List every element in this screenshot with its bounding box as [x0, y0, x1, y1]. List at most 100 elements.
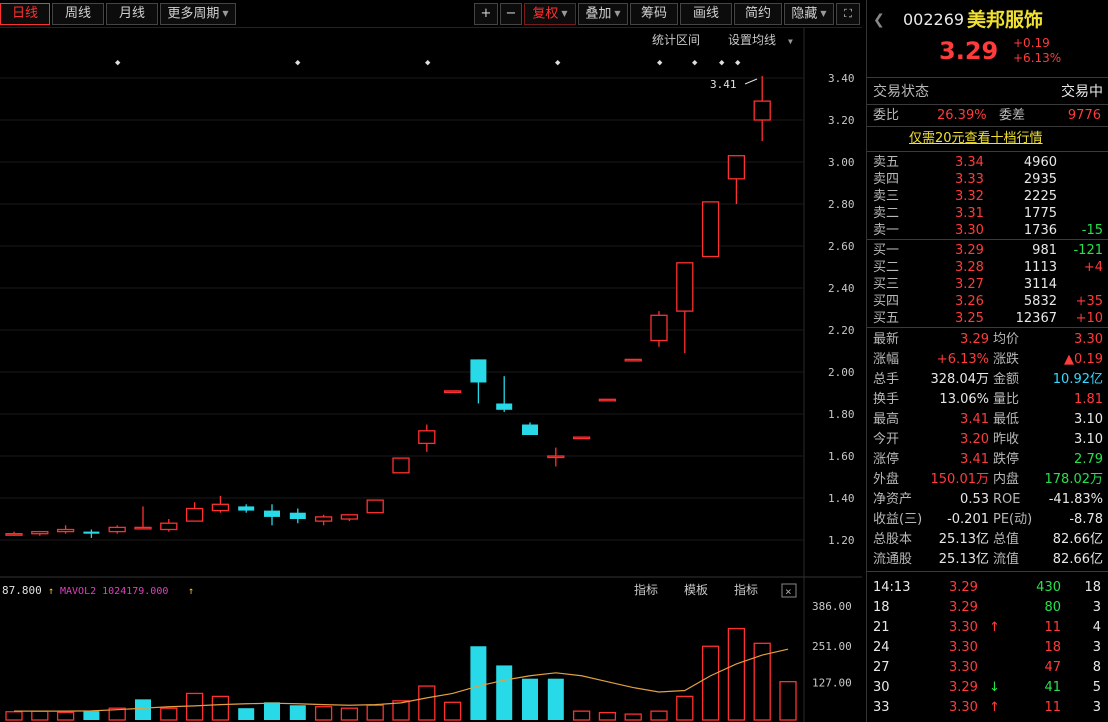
volume-bar: [547, 678, 564, 720]
draw-line-button[interactable]: 画线: [680, 3, 732, 25]
simple-button[interactable]: 简约: [734, 3, 782, 25]
more-periods-dropdown[interactable]: 更多周期 ▼: [160, 3, 236, 25]
stat-value: -8.78: [1069, 512, 1103, 527]
stat-value: 3.41: [960, 412, 989, 427]
stat-label: 昨收: [993, 432, 1020, 447]
candle-body: [676, 262, 694, 312]
stat-value: 328.04万: [930, 372, 990, 387]
ask-label: 卖三: [873, 189, 900, 204]
stat-label: 量比: [993, 392, 1020, 407]
prev-stock-icon[interactable]: ❮: [873, 8, 885, 32]
candle-body: [160, 522, 178, 531]
bid-row: 买四 3.26 5832 +35: [867, 293, 1108, 310]
stat-label: 换手: [873, 392, 900, 407]
y-axis-label: 3.00: [828, 156, 855, 169]
bid-price: 3.26: [955, 294, 984, 309]
stat-label: 流值: [993, 552, 1020, 567]
zoom-in-button[interactable]: +: [474, 3, 498, 25]
price-change-pct: +6.13%: [1013, 51, 1062, 65]
adjust-dropdown[interactable]: 复权 ▼: [524, 3, 576, 25]
tick-row: 24 3.30 18 3: [867, 639, 1108, 656]
candle-body: [650, 314, 668, 342]
stock-name: 美邦服饰: [967, 9, 1044, 31]
event-dot-icon[interactable]: ◆: [115, 58, 121, 68]
vol-tab-2[interactable]: 模板: [684, 583, 708, 597]
vol-header-ma: MAVOL2 1024179.000: [60, 586, 168, 597]
set-ma-link[interactable]: 设置均线: [728, 33, 776, 47]
chip-button[interactable]: 筹码: [630, 3, 678, 25]
tick-row: 30 3.29 ↓ 41 5: [867, 679, 1108, 696]
event-dot-icon[interactable]: ◆: [425, 58, 431, 68]
tick-time: 30: [873, 680, 890, 695]
tick-price: 3.29: [949, 680, 978, 695]
tick-time: 21: [873, 620, 890, 635]
volume-chart[interactable]: 87.800 ↑ MAVOL2 1024179.000 ↑ 指标 模板 指标 ×…: [0, 578, 862, 722]
event-dot-icon[interactable]: ◆: [735, 58, 741, 68]
volume-bar: [522, 678, 538, 720]
bid-label: 买二: [873, 260, 900, 275]
candle-body: [443, 390, 462, 394]
event-dot-icon[interactable]: ◆: [295, 58, 301, 68]
wc-label: 委差: [999, 108, 1026, 123]
tick-price: 3.29: [949, 580, 978, 595]
stat-value: 2.79: [1074, 452, 1103, 467]
stat-label: ROE: [993, 492, 1021, 507]
tick-volume: 430: [1036, 580, 1061, 595]
stats-range-link[interactable]: 统计区间: [652, 33, 700, 47]
stat-row: 总股本 25.13亿 总值 82.66亿: [867, 531, 1108, 548]
stat-value: 150.01万: [930, 472, 990, 487]
adjust-label: 复权: [532, 6, 559, 22]
tab-monthly[interactable]: 月线: [106, 3, 158, 25]
up-arrow-icon: ↑: [188, 586, 194, 597]
chevron-down-icon: ▼: [222, 9, 229, 18]
bid-row: 买二 3.28 1113 +4: [867, 259, 1108, 276]
stat-value: 10.92亿: [1052, 372, 1103, 387]
tick-count: 3: [1092, 640, 1101, 655]
bid-change: -121: [1073, 243, 1103, 258]
candle-body: [5, 533, 23, 536]
stat-row: 收益(三) -0.201 PE(动) -8.78: [867, 511, 1108, 528]
expand-icon[interactable]: ⛶: [836, 3, 860, 25]
hide-label: 隐藏: [791, 6, 818, 22]
hide-dropdown[interactable]: 隐藏 ▼: [784, 3, 834, 25]
bid-volume: 1113: [1023, 260, 1057, 275]
y-axis-label: 1.80: [828, 408, 855, 421]
event-dot-icon[interactable]: ◆: [692, 58, 698, 68]
stat-value: 1.81: [1074, 392, 1103, 407]
volume-bar: [470, 646, 487, 720]
candle-body: [83, 531, 100, 534]
tab-daily[interactable]: 日线: [0, 3, 50, 25]
level2-promo-link[interactable]: 仅需20元查看十档行情: [909, 130, 1043, 147]
event-dot-icon[interactable]: ◆: [555, 58, 561, 68]
wb-value: 26.39%: [937, 108, 987, 123]
stat-label: 涨幅: [873, 352, 900, 367]
tick-time: 14:13: [873, 580, 911, 595]
candle-body: [134, 526, 152, 530]
candle-body: [314, 516, 333, 522]
candle-body: [392, 457, 410, 474]
vol-tab-3[interactable]: 指标: [734, 582, 758, 597]
stat-row: 总手 328.04万 金额 10.92亿: [867, 371, 1108, 388]
event-dot-icon[interactable]: ◆: [657, 58, 663, 68]
ask-label: 卖二: [873, 206, 900, 221]
tab-weekly[interactable]: 周线: [52, 3, 104, 25]
zoom-out-button[interactable]: −: [500, 3, 522, 25]
y-axis-label: 2.40: [828, 282, 855, 295]
volume-bar: [160, 707, 178, 721]
stat-value: 3.30: [1074, 332, 1103, 347]
tick-volume: 41: [1044, 680, 1061, 695]
overlay-dropdown[interactable]: 叠加 ▼: [578, 3, 628, 25]
stat-value: -0.201: [947, 512, 989, 527]
ask-price: 3.32: [955, 189, 984, 204]
vol-y-axis-label: 251.00: [812, 640, 852, 653]
stat-value: 3.10: [1074, 432, 1103, 447]
candle-body: [496, 403, 513, 410]
tick-price: 3.30: [949, 660, 978, 675]
up-arrow-icon: ↑: [48, 586, 54, 597]
candle-body: [211, 503, 230, 512]
candlestick-chart[interactable]: 3.40 3.20 3.00 2.80 2.60 2.40 2.20 2.00 1.80 1.60…: [0, 28, 862, 578]
volume-bar: [443, 701, 462, 721]
event-dot-icon[interactable]: ◆: [719, 58, 725, 68]
stat-row: 流通股 25.13亿 流值 82.66亿: [867, 551, 1108, 568]
vol-tab-1[interactable]: 指标: [634, 582, 658, 597]
